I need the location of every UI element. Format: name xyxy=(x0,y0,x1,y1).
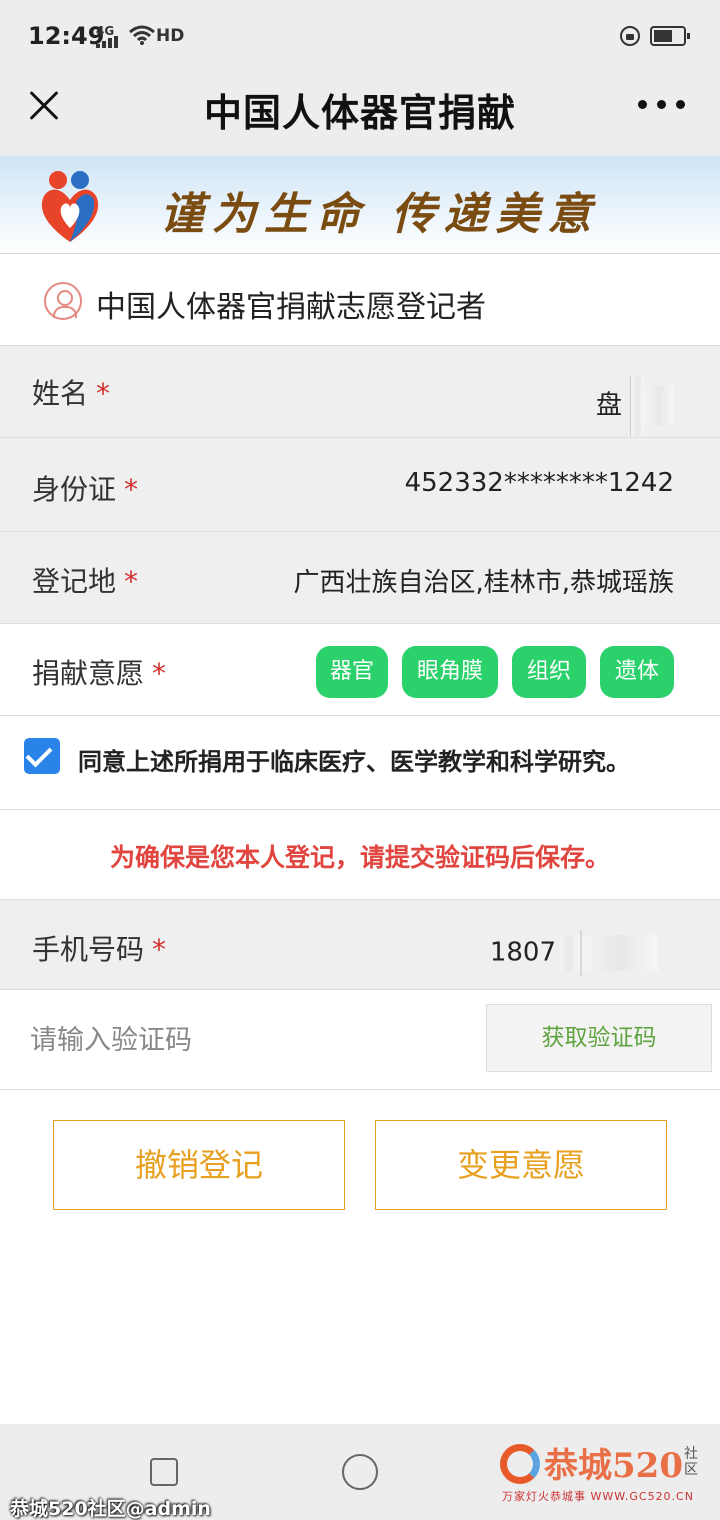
rotation-lock-icon xyxy=(620,26,640,46)
watermark-logo-sub: 万家灯火恭城事 WWW.GC520.CN xyxy=(502,1490,694,1503)
status-time: 12:49 xyxy=(28,22,105,50)
register-place-value: 广西壮族自治区,桂林市,恭城瑶族 xyxy=(293,568,674,598)
close-button[interactable] xyxy=(22,84,66,128)
name-label: 姓名 * xyxy=(32,377,111,410)
verification-notice: 为确保是您本人登记，请提交验证码后保存。 xyxy=(109,843,610,872)
wish-tag-body: 遗体 xyxy=(600,646,674,698)
signal-icon xyxy=(96,36,120,48)
get-code-button[interactable]: 获取验证码 xyxy=(486,1004,712,1072)
recent-apps-button[interactable] xyxy=(150,1458,178,1486)
cancel-registration-button[interactable]: 撤销登记 xyxy=(53,1120,345,1210)
watermark-c-icon xyxy=(500,1444,540,1484)
page-title: 中国人体器官捐献 xyxy=(203,91,516,135)
wish-tag-cornea: 眼角膜 xyxy=(402,646,498,698)
battery-icon xyxy=(650,26,690,46)
phone-label: 手机号码 * xyxy=(32,933,167,966)
register-place-label: 登记地 * xyxy=(32,565,139,598)
id-card-label: 身份证 * xyxy=(32,473,139,506)
more-options-button[interactable] xyxy=(638,100,686,110)
hd-indicator: HD xyxy=(156,26,185,46)
id-card-row: 身份证 * 452332********1242 xyxy=(0,438,720,532)
donation-wish-label: 捐献意愿 * xyxy=(32,657,167,690)
verification-code-row: 获取验证码 xyxy=(0,990,720,1090)
watermark-text: 恭城520社区@admin xyxy=(10,1498,211,1520)
user-icon xyxy=(44,282,82,320)
home-button[interactable] xyxy=(342,1454,378,1490)
watermark-logo-text: 恭城520 xyxy=(544,1446,683,1486)
section-title: 中国人体器官捐献志愿登记者 xyxy=(96,290,486,325)
verification-code-input[interactable] xyxy=(30,1014,450,1066)
agree-text: 同意上述所捐用于临床医疗、医学教学和科学研究。 xyxy=(78,748,630,776)
agree-checkbox[interactable] xyxy=(24,738,60,774)
banner-slogan: 谨为生命 传递美意 xyxy=(160,189,600,240)
name-value: 盘 xyxy=(596,376,674,436)
wish-tag-organ: 器官 xyxy=(316,646,388,698)
change-wish-button[interactable]: 变更意愿 xyxy=(375,1120,667,1210)
organ-donation-logo xyxy=(41,171,99,242)
wifi-icon xyxy=(129,25,155,45)
notice-row: 为确保是您本人登记，请提交验证码后保存。 xyxy=(0,810,720,900)
status-bar: 12:49 4G HD xyxy=(0,0,720,72)
watermark-logo-side: 社区 xyxy=(684,1446,698,1478)
watermark-logo: 恭城520 社区 万家灯火恭城事 WWW.GC520.CN xyxy=(500,1436,710,1506)
nav-bar: 中国人体器官捐献 xyxy=(0,72,720,156)
phone-row: 手机号码 * 1807 xyxy=(0,900,720,990)
id-card-value: 452332********1242 xyxy=(404,468,674,498)
agreement-row: 同意上述所捐用于临床医疗、医学教学和科学研究。 xyxy=(0,716,720,810)
name-row: 姓名 * 盘 xyxy=(0,346,720,438)
banner: 谨为生命 传递美意 xyxy=(0,156,720,254)
phone-value: 1807 xyxy=(490,930,658,976)
donation-wish-row: 捐献意愿 * 器官 眼角膜 组织 遗体 xyxy=(0,624,720,716)
register-place-row: 登记地 * 广西壮族自治区,桂林市,恭城瑶族 xyxy=(0,532,720,624)
wish-tag-tissue: 组织 xyxy=(512,646,586,698)
section-header: 中国人体器官捐献志愿登记者 xyxy=(0,254,720,346)
